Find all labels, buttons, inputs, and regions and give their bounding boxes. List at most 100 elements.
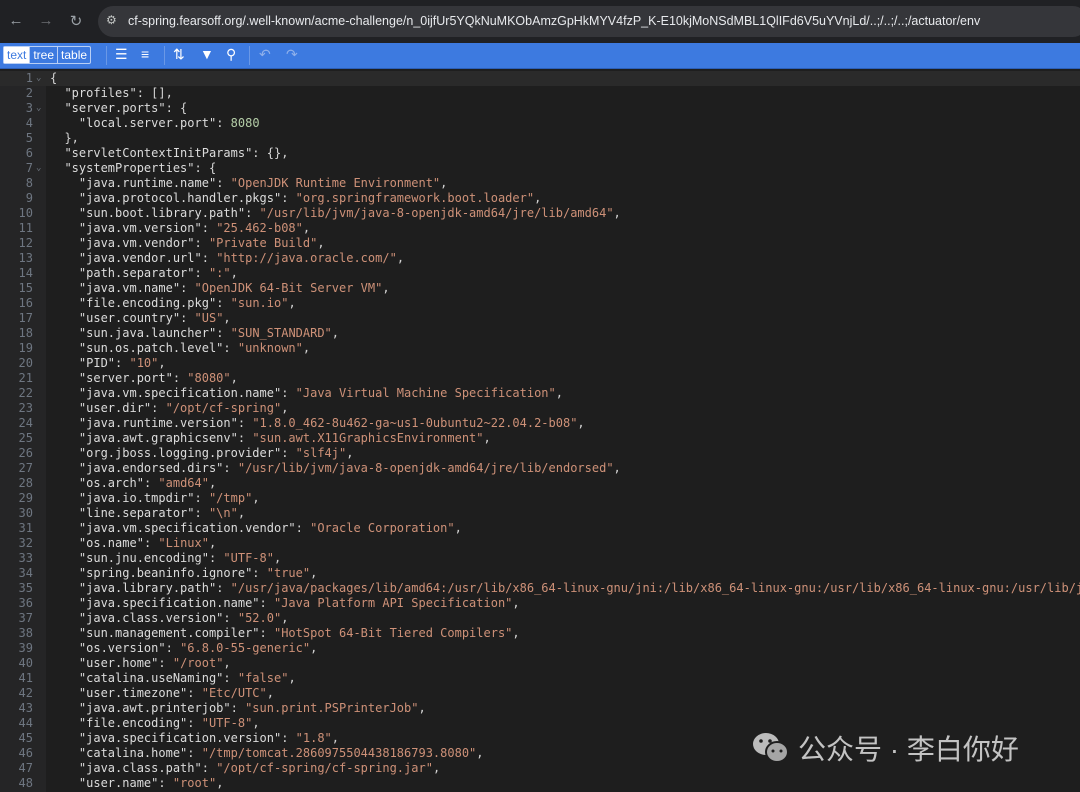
code-line[interactable]: 35 "java.library.path": "/usr/java/packa…	[0, 581, 1080, 596]
json-string: "org.springframework.boot.loader"	[295, 191, 535, 205]
code-text: "PID": "10",	[50, 356, 166, 371]
code-line[interactable]: 11 "java.vm.version": "25.462-b08",	[0, 221, 1080, 236]
mode-table-button[interactable]: table	[57, 47, 90, 63]
code-line[interactable]: 32 "os.name": "Linux",	[0, 536, 1080, 551]
code-line[interactable]: 14 "path.separator": ":",	[0, 266, 1080, 281]
code-line[interactable]: 24 "java.runtime.version": "1.8.0_462-8u…	[0, 416, 1080, 431]
code-line[interactable]: 15 "java.vm.name": "OpenJDK 64-Bit Serve…	[0, 281, 1080, 296]
fold-toggle-icon[interactable]: ⌄	[36, 71, 41, 86]
code-line[interactable]: 48 "user.name": "root",	[0, 776, 1080, 791]
code-line[interactable]: 8 "java.runtime.name": "OpenJDK Runtime …	[0, 176, 1080, 191]
code-line[interactable]: 39 "os.version": "6.8.0-55-generic",	[0, 641, 1080, 656]
search-icon[interactable]: ⚲	[226, 46, 236, 63]
redo-icon[interactable]: ↷	[286, 46, 298, 63]
code-line[interactable]: 40 "user.home": "/root",	[0, 656, 1080, 671]
code-line[interactable]: 4 "local.server.port": 8080	[0, 116, 1080, 131]
json-string: "OpenJDK 64-Bit Server VM"	[194, 281, 383, 295]
code-line[interactable]: 38 "sun.management.compiler": "HotSpot 6…	[0, 626, 1080, 641]
code-text: "sun.jnu.encoding": "UTF-8",	[50, 551, 281, 566]
mode-tree-button[interactable]: tree	[29, 47, 57, 63]
json-punctuation: :	[216, 581, 231, 595]
line-number: 42	[18, 686, 33, 700]
code-line[interactable]: 33 "sun.jnu.encoding": "UTF-8",	[0, 551, 1080, 566]
code-line[interactable]: 37 "java.class.version": "52.0",	[0, 611, 1080, 626]
toolbar-divider	[164, 46, 165, 65]
code-line[interactable]: 10 "sun.boot.library.path": "/usr/lib/jv…	[0, 206, 1080, 221]
filter-icon[interactable]: ▼	[200, 46, 214, 62]
code-line[interactable]: 19 "sun.os.patch.level": "unknown",	[0, 341, 1080, 356]
reload-icon[interactable]: ↻	[67, 12, 85, 30]
code-line[interactable]: 16 "file.encoding.pkg": "sun.io",	[0, 296, 1080, 311]
code-line[interactable]: 12 "java.vm.vendor": "Private Build",	[0, 236, 1080, 251]
json-number: 8080	[230, 116, 260, 130]
json-string: "/tmp"	[208, 491, 253, 505]
json-key: "java.vm.name"	[78, 281, 181, 295]
code-editor[interactable]: 1 ⌄{2 "profiles": [], 3 ⌄ "server.ports": {…	[0, 71, 1080, 792]
json-string: "HotSpot 64-Bit Tiered Compilers"	[273, 626, 513, 640]
line-number: 31	[18, 521, 33, 535]
code-line[interactable]: 26 "org.jboss.logging.provider": "slf4j"…	[0, 446, 1080, 461]
watermark-text: 公众号 · 李白你好	[798, 734, 1019, 765]
line-number: 24	[18, 416, 33, 430]
site-info-icon[interactable]: ⚙	[106, 13, 117, 27]
code-line[interactable]: 9 "java.protocol.handler.pkgs": "org.spr…	[0, 191, 1080, 206]
code-line[interactable]: 34 "spring.beaninfo.ignore": "true",	[0, 566, 1080, 581]
code-line[interactable]: 23 "user.dir": "/opt/cf-spring",	[0, 401, 1080, 416]
json-punctuation: :	[165, 641, 181, 655]
code-line[interactable]: 17 "user.country": "US",	[0, 311, 1080, 326]
code-line[interactable]: 31 "java.vm.specification.vendor": "Orac…	[0, 521, 1080, 536]
code-line[interactable]: 13 "java.vendor.url": "http://java.oracl…	[0, 251, 1080, 266]
code-line[interactable]: 27 "java.endorsed.dirs": "/usr/lib/jvm/j…	[0, 461, 1080, 476]
line-number: 35	[18, 581, 33, 595]
code-line[interactable]: 7 ⌄ "systemProperties": {	[0, 161, 1080, 176]
json-string: "10"	[129, 356, 159, 370]
json-string: "\n"	[208, 506, 238, 520]
mode-text-button[interactable]: text	[4, 47, 30, 63]
line-number: 9	[25, 191, 33, 205]
code-line[interactable]: 25 "java.awt.graphicsenv": "sun.awt.X11G…	[0, 431, 1080, 446]
code-line[interactable]: 29 "java.io.tmpdir": "/tmp",	[0, 491, 1080, 506]
back-icon[interactable]: ←	[7, 12, 25, 29]
code-line[interactable]: 3 ⌄ "server.ports": {	[0, 101, 1080, 116]
code-line[interactable]: 21 "server.port": "8080",	[0, 371, 1080, 386]
fold-toggle-icon[interactable]: ⌄	[36, 161, 41, 176]
code-line[interactable]: 2 "profiles": [],	[0, 86, 1080, 101]
sort-icon[interactable]: ⇅	[173, 46, 185, 63]
json-punctuation: :	[245, 206, 260, 220]
json-string: "slf4j"	[295, 446, 347, 460]
line-number: 36	[18, 596, 33, 610]
code-line[interactable]: 42 "user.timezone": "Etc/UTC",	[0, 686, 1080, 701]
code-line[interactable]: 18 "sun.java.launcher": "SUN_STANDARD",	[0, 326, 1080, 341]
address-bar[interactable]: ⚙ cf-spring.fearsoff.org/.well-known/acm…	[98, 6, 1080, 37]
forward-icon[interactable]: →	[37, 12, 55, 29]
json-string: "OpenJDK Runtime Environment"	[230, 176, 441, 190]
code-line[interactable]: 36 "java.specification.name": "Java Plat…	[0, 596, 1080, 611]
line-number: 2	[25, 86, 33, 100]
line-number: 37	[18, 611, 33, 625]
url-text[interactable]: cf-spring.fearsoff.org/.well-known/acme-…	[128, 14, 980, 28]
code-line[interactable]: 41 "catalina.useNaming": "false",	[0, 671, 1080, 686]
json-punctuation: ,	[454, 521, 462, 535]
code-text: "os.version": "6.8.0-55-generic",	[50, 641, 317, 656]
fold-toggle-icon[interactable]: ⌄	[36, 101, 41, 116]
code-line[interactable]: 30 "line.separator": "\n",	[0, 506, 1080, 521]
json-key: "java.vm.vendor"	[78, 236, 195, 250]
code-line[interactable]: 6 "servletContextInitParams": {},	[0, 146, 1080, 161]
code-line[interactable]: 1 ⌄ {	[0, 71, 1080, 86]
line-number: 6	[25, 146, 33, 160]
code-line[interactable]: 28 "os.arch": "amd64",	[0, 476, 1080, 491]
json-key: "java.vendor.url"	[78, 251, 202, 265]
format-icon[interactable]: ☰	[115, 46, 128, 63]
json-punctuation: : {},	[252, 146, 289, 160]
code-line[interactable]: 20 "PID": "10",	[0, 356, 1080, 371]
json-punctuation: :	[259, 596, 274, 610]
json-key: "java.protocol.handler.pkgs"	[78, 191, 282, 205]
json-punctuation: ,	[237, 506, 246, 520]
json-key: "user.country"	[78, 311, 181, 325]
code-line[interactable]: 5 },	[0, 131, 1080, 146]
compact-icon[interactable]: ≡	[141, 46, 149, 62]
json-key: "spring.beaninfo.ignore"	[78, 566, 253, 580]
code-line[interactable]: 43 "java.awt.printerjob": "sun.print.PSP…	[0, 701, 1080, 716]
code-line[interactable]: 22 "java.vm.specification.name": "Java V…	[0, 386, 1080, 401]
undo-icon[interactable]: ↶	[259, 46, 271, 63]
